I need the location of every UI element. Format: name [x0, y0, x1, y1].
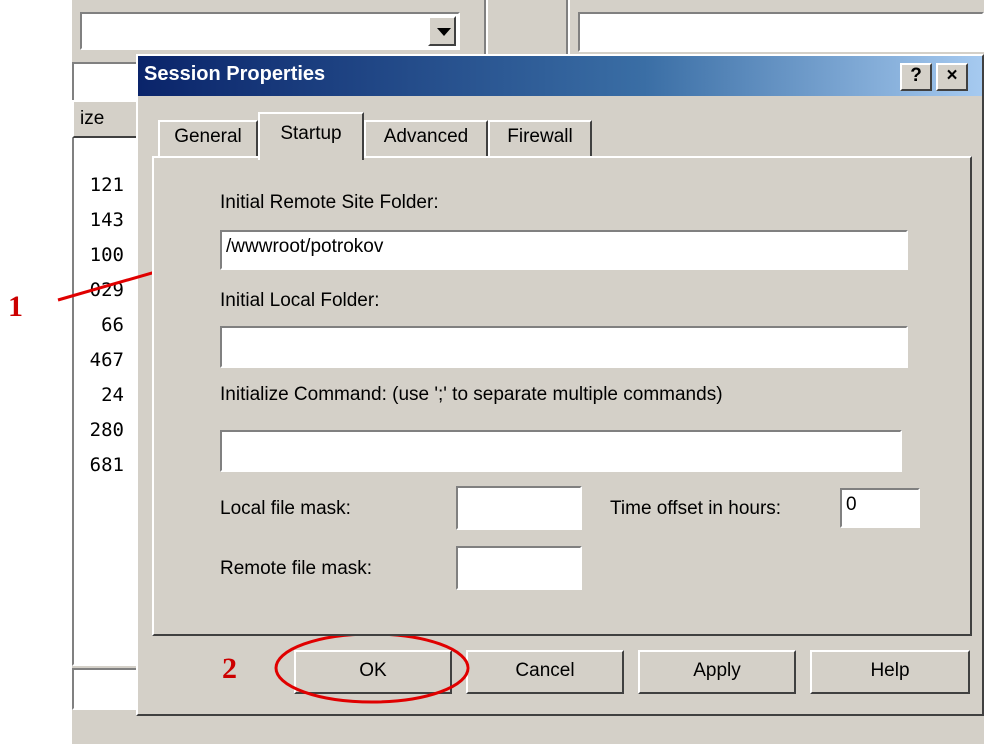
- file-size: 121: [89, 174, 124, 196]
- ok-button[interactable]: OK: [294, 650, 452, 694]
- annotation-marker-1: 1: [8, 290, 23, 323]
- startup-tab-panel: Initial Remote Site Folder: /wwwroot/pot…: [152, 156, 972, 636]
- session-properties-dialog: Session Properties ? × General Startup A…: [136, 54, 984, 716]
- local-folder-label: Initial Local Folder:: [220, 290, 380, 311]
- background-right-field[interactable]: [578, 12, 984, 52]
- remote-folder-label: Initial Remote Site Folder:: [220, 192, 439, 213]
- init-command-label: Initialize Command: (use ';' to separate…: [220, 384, 723, 405]
- column-header-size[interactable]: ize: [72, 100, 138, 138]
- help-button[interactable]: Help: [810, 650, 970, 694]
- dialog-title: Session Properties: [144, 63, 326, 85]
- local-mask-label: Local file mask:: [220, 498, 351, 519]
- init-command-field[interactable]: [220, 430, 902, 472]
- file-size: 66: [101, 314, 124, 336]
- file-size: 100: [89, 244, 124, 266]
- help-caption-button[interactable]: ?: [900, 63, 932, 91]
- file-size: 143: [89, 209, 124, 231]
- file-size: 029: [89, 279, 124, 301]
- file-size: 280: [89, 419, 124, 441]
- cancel-button[interactable]: Cancel: [466, 650, 624, 694]
- file-size: 467: [89, 349, 124, 371]
- tab-startup[interactable]: Startup: [258, 112, 364, 160]
- remote-mask-label: Remote file mask:: [220, 558, 373, 579]
- remote-folder-field[interactable]: /wwwroot/potrokov: [220, 230, 908, 270]
- close-icon: ×: [946, 65, 958, 86]
- tab-general[interactable]: General: [158, 120, 258, 158]
- close-caption-button[interactable]: ×: [936, 63, 968, 91]
- apply-button[interactable]: Apply: [638, 650, 796, 694]
- splitter[interactable]: [566, 0, 570, 56]
- tab-firewall[interactable]: Firewall: [488, 120, 592, 158]
- title-bar[interactable]: Session Properties ? ×: [138, 56, 982, 96]
- combo-dropdown-button[interactable]: [428, 16, 456, 46]
- background-combo[interactable]: [80, 12, 460, 50]
- tab-advanced[interactable]: Advanced: [364, 120, 488, 158]
- file-size: 681: [89, 454, 124, 476]
- remote-mask-field[interactable]: [456, 546, 582, 590]
- background-status-bar: [72, 668, 142, 710]
- splitter[interactable]: [484, 0, 488, 56]
- time-offset-field[interactable]: 0: [840, 488, 920, 528]
- file-size: 24: [101, 384, 124, 406]
- annotation-marker-2: 2: [222, 652, 237, 685]
- local-mask-field[interactable]: [456, 486, 582, 530]
- time-offset-label: Time offset in hours:: [610, 498, 782, 519]
- local-folder-field[interactable]: [220, 326, 908, 368]
- chevron-down-icon: [437, 28, 451, 36]
